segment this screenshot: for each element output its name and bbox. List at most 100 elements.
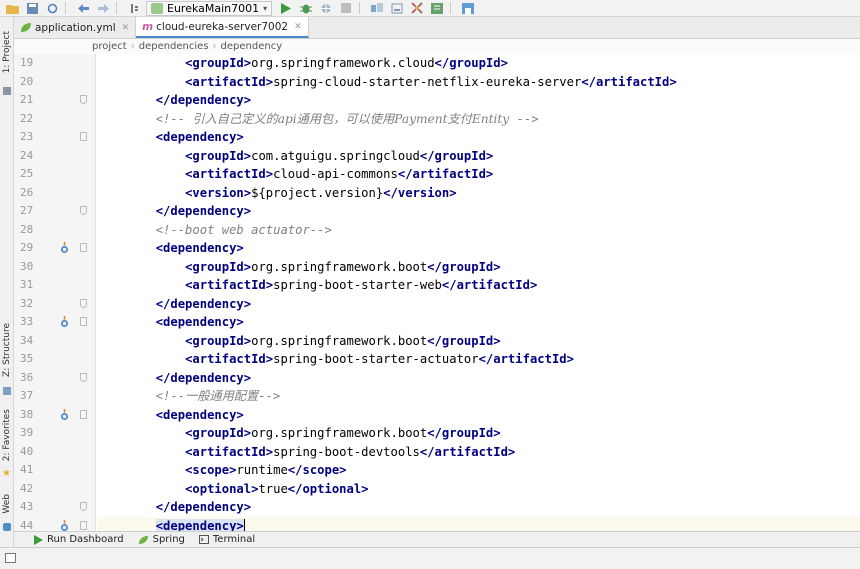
structure-tool-tab[interactable]: Z: Structure [0, 317, 14, 383]
fold-end-marker[interactable] [80, 298, 87, 308]
fold-start-marker[interactable] [80, 132, 87, 141]
gutter-line: 34 [14, 332, 96, 351]
coverage-icon[interactable] [318, 1, 334, 15]
code-line[interactable]: </dependency> [97, 498, 860, 517]
stop-icon[interactable] [338, 1, 354, 15]
sync-icon[interactable] [44, 1, 60, 15]
spring-bean-gutter-icon[interactable] [59, 242, 70, 254]
tool-windows-toggle-icon[interactable] [5, 553, 16, 563]
open-folder-icon[interactable] [4, 1, 20, 15]
fold-start-marker[interactable] [80, 409, 87, 419]
code-line[interactable]: <artifactId>spring-boot-starter-web</art… [97, 276, 860, 295]
forward-arrow-icon[interactable] [95, 1, 111, 15]
xml-tag: </groupId> [427, 333, 501, 348]
xml-tag: <dependency> [155, 407, 244, 422]
project-tool-tab[interactable]: 1: Project [0, 21, 14, 83]
sdk-icon[interactable] [389, 1, 405, 15]
breadcrumb-item[interactable]: dependencies [139, 41, 209, 52]
breadcrumb-item[interactable]: project [92, 41, 127, 52]
project-structure-icon[interactable] [369, 1, 385, 15]
code-line[interactable]: <!-- 引入自己定义的api通用包，可以使用Payment支付Entity -… [97, 110, 860, 129]
favorites-tool-label: 2: Favorites [2, 408, 12, 462]
code-line[interactable]: <artifactId>cloud-api-commons</artifactI… [97, 165, 860, 184]
bottom-tab-label: Run Dashboard [47, 534, 124, 545]
code-line[interactable]: <groupId>org.springframework.boot</group… [97, 332, 860, 351]
save-icon[interactable] [24, 1, 40, 15]
fold-end-marker[interactable] [80, 502, 87, 511]
code-line[interactable]: <groupId>com.atguigu.springcloud</groupI… [97, 147, 860, 166]
web-icon [3, 523, 11, 531]
fold-start-marker[interactable] [80, 520, 87, 530]
code-editor[interactable]: 19 20 21 22 23 24 25 26 27 28 29 30 31 32 33 34 35 36 37 38… [14, 54, 860, 531]
debug-icon[interactable] [298, 1, 314, 15]
run-config-selector[interactable]: EurekaMain7001 ▾ [146, 0, 273, 16]
code-line[interactable]: <artifactId>spring-boot-starter-actuator… [97, 350, 860, 369]
line-number: 19 [20, 56, 34, 69]
code-line[interactable]: <dependency> [97, 406, 860, 425]
text-caret [243, 518, 245, 531]
gutter-line: 29 [14, 239, 96, 258]
code-line[interactable]: <artifactId>spring-boot-devtools</artifa… [97, 443, 860, 462]
code-line[interactable]: </dependency> [97, 295, 860, 314]
settings-icon[interactable] [409, 1, 425, 15]
vcs-icon[interactable] [460, 1, 476, 15]
code-line[interactable]: <dependency> [97, 239, 860, 258]
xml-tag: <artifactId> [185, 444, 274, 459]
spring-bean-gutter-icon[interactable] [59, 408, 70, 421]
spring-bean-gutter-icon[interactable] [59, 316, 70, 328]
terminal-tab[interactable]: Terminal [198, 534, 255, 545]
code-line[interactable]: <dependency> [97, 313, 860, 332]
code-line[interactable]: <dependency> [97, 128, 860, 147]
fold-start-marker[interactable] [80, 317, 87, 326]
tab-label: application.yml [35, 21, 116, 34]
code-line[interactable]: </dependency> [97, 369, 860, 388]
code-line[interactable]: <groupId>org.springframework.boot</group… [97, 424, 860, 443]
code-line[interactable]: </dependency> [97, 202, 860, 221]
gutter-line: 40 [14, 443, 96, 462]
fold-start-marker[interactable] [80, 243, 87, 252]
code-line[interactable]: <dependency> [97, 516, 860, 531]
xml-tag: </version> [383, 185, 457, 200]
line-number: 31 [20, 278, 34, 291]
close-icon[interactable]: ✕ [294, 22, 302, 32]
xml-tag: <artifactId> [185, 74, 274, 89]
code-line[interactable]: <optional>true</optional> [97, 480, 860, 499]
back-arrow-icon[interactable] [75, 1, 91, 15]
code-line[interactable]: <groupId>org.springframework.boot</group… [97, 258, 860, 277]
breadcrumb-item[interactable]: dependency [221, 41, 283, 52]
code-line[interactable]: <groupId>org.springframework.cloud</grou… [97, 54, 860, 73]
spring-tab[interactable]: Spring [138, 534, 185, 545]
web-tool-tab[interactable]: Web [0, 489, 14, 519]
editor-tabs: application.yml ✕ m cloud-eureka-server7… [14, 17, 860, 39]
structure-icon[interactable] [429, 1, 445, 15]
run-icon[interactable] [278, 1, 294, 15]
fold-end-marker[interactable] [80, 372, 87, 382]
build-icon[interactable] [126, 1, 142, 15]
code-line[interactable]: <!--boot web actuator--> [97, 221, 860, 240]
code-text: ${project.version} [251, 185, 384, 200]
code-line[interactable]: <artifactId>spring-cloud-starter-netflix… [97, 73, 860, 92]
code-line[interactable]: <version>${project.version}</version> [97, 184, 860, 203]
bottom-tab-label: Spring [152, 534, 185, 545]
tab-cloud-eureka-server7002[interactable]: m cloud-eureka-server7002 ✕ [136, 17, 309, 38]
favorites-tool-tab[interactable]: 2: Favorites [0, 403, 14, 467]
code-area[interactable]: <groupId>org.springframework.cloud</grou… [97, 54, 860, 531]
code-line[interactable]: <!--一般通用配置--> [97, 387, 860, 406]
run-dashboard-tab[interactable]: Run Dashboard [34, 534, 124, 545]
xml-tag: <dependency> [155, 241, 244, 255]
gutter-line: 42 [14, 480, 96, 499]
code-line[interactable]: <scope>runtime</scope> [97, 461, 860, 480]
xml-tag: <artifactId> [185, 278, 274, 292]
tab-application-yml[interactable]: application.yml ✕ [14, 17, 137, 38]
xml-tag: <groupId> [185, 148, 252, 163]
fold-end-marker[interactable] [80, 95, 87, 104]
spring-bean-gutter-icon[interactable] [59, 519, 70, 532]
xml-comment: <!-- [155, 389, 186, 403]
code-text: org.springframework.boot [251, 259, 428, 274]
close-icon[interactable]: ✕ [122, 23, 130, 33]
spring-leaf-icon [138, 535, 148, 544]
code-line[interactable]: </dependency> [97, 91, 860, 110]
fold-end-marker[interactable] [80, 206, 87, 215]
